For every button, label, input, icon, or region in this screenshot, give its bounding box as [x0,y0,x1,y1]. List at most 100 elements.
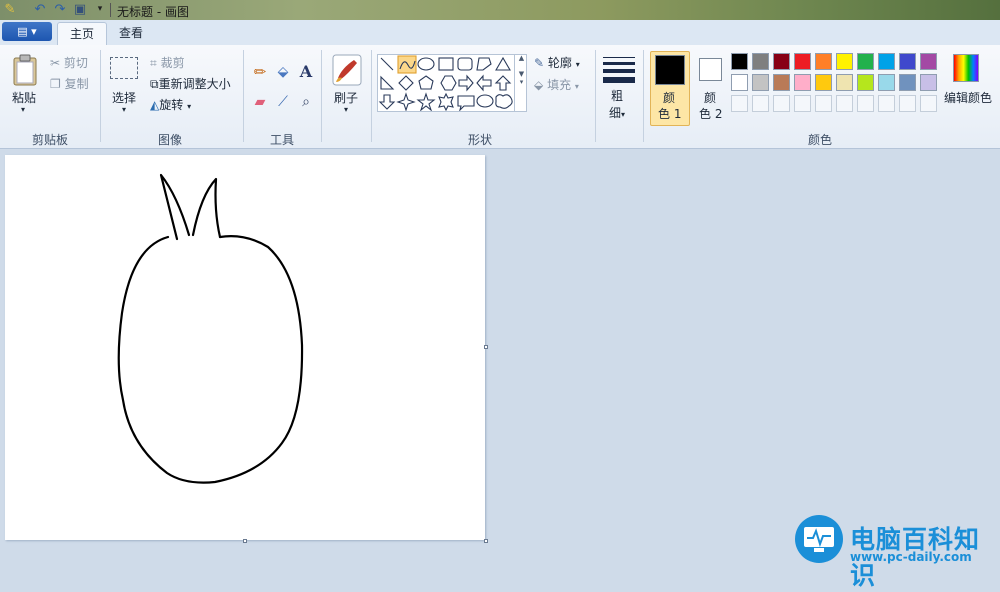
undo-icon[interactable]: ↶ [32,2,48,17]
paste-label[interactable]: 粘贴 [12,89,36,106]
palette-swatch[interactable] [815,74,832,91]
palette-swatch[interactable] [857,74,874,91]
palette-swatch[interactable] [899,74,916,91]
clipboard-icon [13,54,37,86]
palette-swatch[interactable] [773,53,790,70]
left-leaf [159,173,191,241]
size-label-2: 细 [609,106,622,120]
palette-swatch[interactable] [794,74,811,91]
color2-swatch[interactable] [699,58,722,81]
brush-icon[interactable] [332,54,362,86]
resize-handle-right[interactable] [484,345,488,349]
palette-swatch[interactable] [920,74,937,91]
rotate-button[interactable]: ◭旋转 ▾ [150,96,191,113]
custom-color-slot[interactable] [731,95,748,112]
palette-swatch[interactable] [794,53,811,70]
palette-swatch[interactable] [857,53,874,70]
four-point-star-icon [396,92,416,111]
rectangle-shape-icon [438,57,454,71]
palette-swatch[interactable] [836,74,853,91]
color2-label-b[interactable]: 色 2 [699,105,722,122]
custom-color-slot[interactable] [773,95,790,112]
custom-color-slot[interactable] [878,95,895,112]
eraser-icon[interactable]: ▰ [250,92,270,112]
tab-view[interactable]: 查看 [107,22,155,45]
shapes-gallery-scroll[interactable]: ▲ ▼ ▾ [514,54,528,112]
group-divider [595,50,596,142]
custom-color-slot[interactable] [752,95,769,112]
crop-button[interactable]: ⌗ 裁剪 [150,54,185,71]
palette-swatch[interactable] [752,74,769,91]
drawing-canvas[interactable] [5,155,485,540]
fill-button[interactable]: ⬙ 填充 ▾ [534,76,579,93]
resize-handle-corner[interactable] [484,539,488,543]
palette-swatch[interactable] [878,74,895,91]
paste-dropdown-icon[interactable]: ▾ [21,105,25,114]
palette-swatch[interactable] [731,53,748,70]
palette-swatch[interactable] [731,74,748,91]
group-divider [321,50,322,142]
watermark-logo [795,515,843,563]
custom-color-slot[interactable] [899,95,916,112]
palette-swatch[interactable] [920,53,937,70]
palette-swatch[interactable] [899,53,916,70]
custom-color-slot[interactable] [815,95,832,112]
size-icon[interactable] [603,54,635,83]
save-icon[interactable]: ▣ [72,2,88,17]
size-dropdown-icon: ▾ [621,110,626,119]
size-label-2-row[interactable]: 细▾ [609,104,625,121]
palette-swatch[interactable] [836,53,853,70]
selected-curve-bg [397,55,417,74]
custom-color-slot[interactable] [857,95,874,112]
oval-callout-icon [476,94,494,108]
fill-bucket-icon[interactable]: ⬙ [273,62,293,82]
text-tool-icon[interactable]: A [296,62,316,82]
right-arrow-shape-icon [458,74,474,92]
size-label-1[interactable]: 粗 [611,87,623,104]
outline-dropdown-icon: ▾ [575,60,580,69]
tools-group-label: 工具 [269,133,294,147]
color-picker-icon[interactable]: ⟋ [273,92,293,112]
redo-icon[interactable]: ↷ [52,2,68,17]
custom-color-slot[interactable] [920,95,937,112]
resize-handle-bottom[interactable] [243,539,247,543]
paint-app-icon[interactable]: ✎ [2,2,18,17]
select-icon[interactable] [110,57,138,79]
select-label[interactable]: 选择 [112,89,136,106]
watermark-url: www.pc-daily.com [850,550,972,564]
customize-toolbar-icon[interactable]: ▾ [92,2,108,17]
palette-swatch[interactable] [752,53,769,70]
palette-swatch[interactable] [815,53,832,70]
edit-colors-icon[interactable] [953,54,979,82]
resize-icon: ⧉ [150,77,159,91]
edit-colors-label[interactable]: 编辑颜色 [944,89,992,106]
custom-color-slot[interactable] [836,95,853,112]
palette-swatch[interactable] [773,74,790,91]
resize-button[interactable]: ⧉重新调整大小 [150,75,231,92]
palette-swatch[interactable] [878,53,895,70]
color2-label-a[interactable]: 颜 [704,89,716,106]
hexagon-shape-icon [440,75,457,91]
paste-button[interactable] [12,54,38,86]
outline-button[interactable]: ✎ 轮廓 ▾ [534,54,580,71]
brushes-dropdown-icon[interactable]: ▾ [344,105,348,114]
brush-graphic [332,54,362,86]
down-arrow-shape-icon [378,94,396,110]
copy-icon: ❐ [50,77,61,91]
file-menu-button[interactable]: ▤ ▾ [2,22,52,41]
tab-home[interactable]: 主页 [57,22,108,46]
fill-label: 填充 [547,78,572,92]
fill-dropdown-icon: ▾ [574,82,579,91]
custom-color-slot[interactable] [794,95,811,112]
magnifier-icon[interactable]: ⌕ [296,92,316,112]
pencil-icon[interactable]: ✏ [250,62,270,82]
cut-button[interactable]: ✂ 剪切 [50,54,88,71]
copy-button[interactable]: ❐ 复制 [50,75,89,92]
group-divider [100,50,101,142]
brushes-label[interactable]: 刷子 [334,89,358,106]
crop-icon: ⌗ [150,56,157,70]
cut-label: 剪切 [63,56,88,70]
fill-icon: ⬙ [534,78,544,92]
crop-label: 裁剪 [160,56,185,70]
select-dropdown-icon[interactable]: ▾ [122,105,126,114]
